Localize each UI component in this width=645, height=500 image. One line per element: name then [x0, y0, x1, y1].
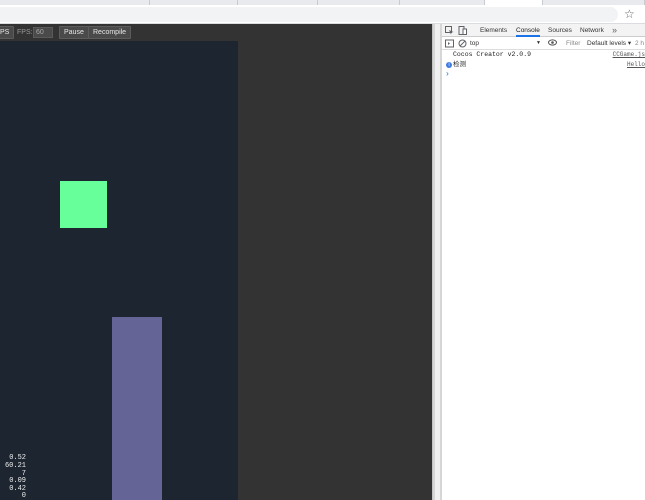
context-selector[interactable]: top [470, 38, 542, 49]
show-sidebar-icon[interactable] [445, 39, 454, 48]
game-canvas[interactable]: 0.52 60.21 7 0.09 0.42 0 [0, 41, 238, 500]
tab-console[interactable]: Console [516, 24, 540, 37]
purple-pillar-sprite [112, 317, 162, 500]
screen: ☆ PS FPS: 60 Pause Recompile 0.52 60.21 … [0, 0, 645, 500]
log-levels-dropdown[interactable]: Default levels ▾ [587, 38, 637, 49]
prompt-chevron-icon: › [445, 70, 450, 79]
console-messages: Cocos Creator v2.0.9 CCGame.js i 检测 Hell… [442, 50, 645, 80]
stats-overlay: 0.52 60.21 7 0.09 0.42 0 [0, 455, 26, 500]
inspect-element-icon[interactable] [445, 26, 454, 35]
fps-input[interactable]: 60 [33, 27, 53, 38]
star-icon[interactable]: ☆ [624, 6, 635, 22]
green-square-sprite [60, 181, 107, 228]
console-message: Cocos Creator v2.0.9 CCGame.js [442, 50, 645, 60]
chevron-down-icon: ▼ [536, 40, 541, 46]
preview-toolbar: PS FPS: 60 Pause Recompile [0, 24, 432, 41]
devtools-tabbar: Elements Console Sources Network » [442, 24, 645, 37]
more-tabs-icon[interactable]: » [612, 24, 617, 36]
pause-button[interactable]: Pause [59, 26, 89, 39]
devtools-splitter[interactable] [432, 24, 442, 500]
clear-console-icon[interactable] [458, 39, 467, 48]
console-source-link[interactable]: Hello [627, 60, 645, 70]
preview-page: PS FPS: 60 Pause Recompile 0.52 60.21 7 … [0, 24, 432, 500]
stats-value: 0 [21, 492, 26, 500]
show-stats-button[interactable]: PS [0, 26, 15, 39]
info-icon: i [446, 62, 452, 68]
tab-sources[interactable]: Sources [548, 24, 572, 37]
fps-label: FPS: [17, 29, 33, 36]
hidden-messages-count: 2 h [635, 40, 645, 47]
console-message-text: 检测 [453, 61, 466, 68]
console-message: i 检测 Hello [442, 60, 645, 70]
eye-icon[interactable] [548, 38, 557, 50]
tab-network[interactable]: Network [580, 24, 604, 37]
console-source-link[interactable]: CCGame.js [613, 50, 645, 60]
devtools-panel: Elements Console Sources Network » top ▼… [442, 24, 645, 500]
console-message-text: Cocos Creator v2.0.9 [453, 51, 532, 58]
console-prompt[interactable]: › [442, 70, 645, 80]
device-toolbar-icon[interactable] [458, 26, 467, 35]
address-bar[interactable] [0, 7, 618, 22]
recompile-button[interactable]: Recompile [88, 26, 132, 39]
scrollbar[interactable] [435, 24, 440, 500]
address-bar-row: ☆ [0, 5, 645, 24]
console-toolbar: top ▼ Filter Default levels ▾ 2 h [442, 37, 645, 50]
tab-elements[interactable]: Elements [480, 24, 507, 37]
